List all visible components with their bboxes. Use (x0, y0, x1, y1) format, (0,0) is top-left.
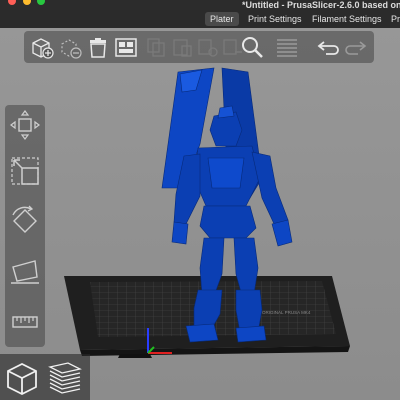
minimize-window-button[interactable] (22, 0, 31, 5)
zoom-window-button[interactable] (37, 0, 46, 5)
view-switcher (0, 354, 90, 400)
window-controls (8, 0, 49, 7)
scene-canvas[interactable]: ORIGINAL PRUSA MK4 (0, 28, 400, 400)
close-window-button[interactable] (8, 0, 16, 5)
tab-printer-settings[interactable]: Pr (386, 12, 400, 26)
window-titlebar: *Untitled - PrusaSlicer-2.6.0 based on S (0, 0, 400, 10)
preview-icon[interactable] (46, 359, 82, 395)
3d-viewport[interactable]: ORIGINAL PRUSA MK4 (0, 28, 400, 400)
3d-view-icon[interactable] (4, 359, 40, 395)
tab-bar: Plater Print Settings Filament Settings … (0, 10, 400, 28)
tab-filament-settings[interactable]: Filament Settings (307, 12, 387, 26)
tab-print-settings[interactable]: Print Settings (243, 12, 307, 26)
tab-plater[interactable]: Plater (205, 12, 239, 26)
bed-label: ORIGINAL PRUSA MK4 (262, 310, 311, 315)
window-title: *Untitled - PrusaSlicer-2.6.0 based on S (242, 0, 400, 10)
